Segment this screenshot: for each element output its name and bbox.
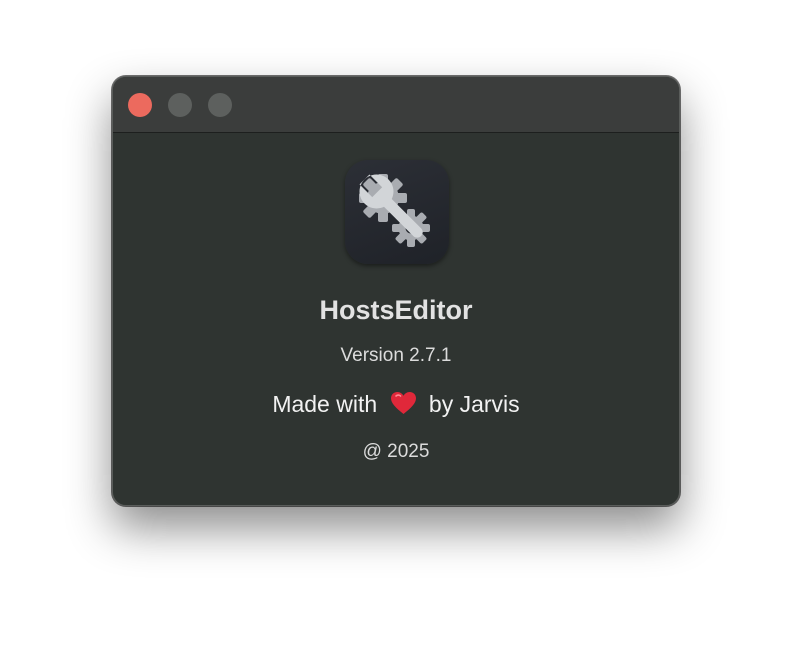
about-window: HostsEditor Version 2.7.1 Made with by J… (112, 76, 680, 506)
credits-line: Made with by Jarvis (113, 391, 679, 421)
zoom-button[interactable] (208, 93, 232, 117)
window-titlebar[interactable] (113, 77, 679, 133)
minimize-button[interactable] (168, 93, 192, 117)
about-content: HostsEditor Version 2.7.1 Made with by J… (113, 133, 679, 505)
app-name: HostsEditor (319, 295, 473, 325)
gear-wrench-icon (345, 160, 449, 264)
close-button[interactable] (128, 93, 152, 117)
credits-prefix: Made with (272, 391, 378, 417)
heart-icon (390, 391, 417, 421)
app-version: Version 2.7.1 (340, 345, 452, 366)
copyright-text: @ 2025 (362, 441, 430, 462)
credits-suffix: by Jarvis (428, 391, 520, 417)
desktop-background: HostsEditor Version 2.7.1 Made with by J… (0, 0, 792, 654)
